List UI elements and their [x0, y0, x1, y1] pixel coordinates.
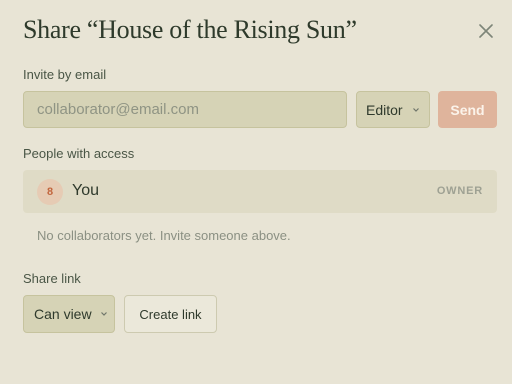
share-link-label: Share link: [23, 271, 81, 286]
share-dialog: Share “House of the Rising Sun” Invite b…: [0, 0, 512, 384]
no-collaborators-note: No collaborators yet. Invite someone abo…: [37, 228, 291, 243]
email-input[interactable]: [23, 91, 347, 128]
people-with-access-label: People with access: [23, 146, 135, 161]
role-select[interactable]: Editor: [356, 91, 430, 128]
chevron-down-icon: [100, 311, 108, 317]
person-name: You: [72, 182, 99, 199]
role-select-value: Editor: [366, 101, 403, 118]
send-button[interactable]: Send: [438, 91, 497, 128]
owner-badge: OWNER: [436, 185, 483, 197]
dialog-title: Share “House of the Rising Sun”: [23, 15, 357, 44]
link-permission-value: Can view: [34, 306, 92, 322]
create-link-button[interactable]: Create link: [124, 295, 217, 333]
invite-label: Invite by email: [23, 67, 107, 82]
link-permission-select[interactable]: Can view: [23, 295, 115, 333]
avatar: 8: [37, 179, 63, 205]
chevron-down-icon: [412, 107, 420, 113]
close-icon: [479, 24, 493, 38]
close-button[interactable]: [474, 19, 498, 43]
person-row: 8 You OWNER: [23, 170, 497, 213]
